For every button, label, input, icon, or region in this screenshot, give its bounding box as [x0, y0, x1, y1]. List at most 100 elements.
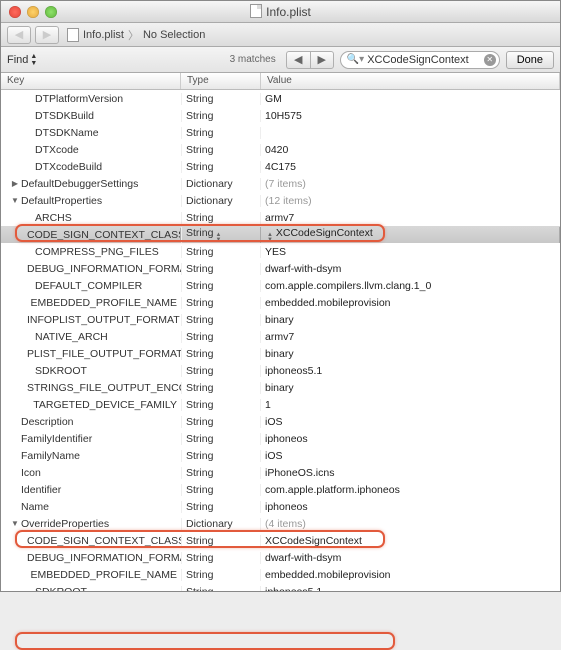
table-row[interactable]: IdentifierStringcom.apple.platform.iphon…	[1, 481, 560, 498]
type-cell[interactable]: String	[181, 297, 261, 309]
value-cell[interactable]: iOS	[261, 416, 560, 428]
key-cell[interactable]: DEBUG_INFORMATION_FORMAT	[1, 263, 181, 275]
disclosure-down-icon[interactable]: ▼	[11, 196, 19, 205]
type-cell[interactable]: String	[181, 246, 261, 258]
type-cell[interactable]: String	[181, 399, 261, 411]
table-row[interactable]: SDKROOTStringiphoneos5.1	[1, 583, 560, 591]
type-cell[interactable]: String	[181, 127, 261, 139]
value-cell[interactable]: com.apple.platform.iphoneos	[261, 484, 560, 496]
value-cell[interactable]: XCCodeSignContext	[261, 535, 560, 547]
type-cell[interactable]: String	[181, 161, 261, 173]
key-cell[interactable]: CODE_SIGN_CONTEXT_CLASS	[1, 535, 181, 547]
value-cell[interactable]: 0420	[261, 144, 560, 156]
table-row[interactable]: PLIST_FILE_OUTPUT_FORMATStringbinary	[1, 345, 560, 362]
key-cell[interactable]: ▼OverrideProperties	[1, 518, 181, 530]
type-cell[interactable]: String	[181, 450, 261, 462]
table-row[interactable]: TARGETED_DEVICE_FAMILYString1	[1, 396, 560, 413]
table-row[interactable]: DTSDKBuildString10H575	[1, 107, 560, 124]
key-cell[interactable]: ▼DefaultProperties	[1, 195, 181, 207]
value-cell[interactable]: 10H575	[261, 110, 560, 122]
type-cell[interactable]: String	[181, 93, 261, 105]
key-cell[interactable]: FamilyName	[1, 450, 181, 462]
value-cell[interactable]: ▲▼ XCCodeSignContext	[261, 227, 560, 243]
key-cell[interactable]: PLIST_FILE_OUTPUT_FORMAT	[1, 348, 181, 360]
key-cell[interactable]: COMPRESS_PNG_FILES	[1, 246, 181, 258]
done-button[interactable]: Done	[506, 51, 554, 69]
key-cell[interactable]: DTXcode	[1, 144, 181, 156]
type-cell[interactable]: String	[181, 348, 261, 360]
breadcrumb[interactable]: Info.plist 〉 No Selection	[67, 27, 205, 43]
table-row[interactable]: DTXcodeBuildString4C175	[1, 158, 560, 175]
table-row[interactable]: NameStringiphoneos	[1, 498, 560, 515]
type-cell[interactable]: String	[181, 144, 261, 156]
find-prev-button[interactable]: ◀	[286, 51, 310, 69]
table-row[interactable]: IconStringiPhoneOS.icns	[1, 464, 560, 481]
type-cell[interactable]: String▲▼	[181, 227, 261, 243]
key-cell[interactable]: Description	[1, 416, 181, 428]
table-row[interactable]: EMBEDDED_PROFILE_NAMEStringembedded.mobi…	[1, 566, 560, 583]
type-cell[interactable]: String	[181, 382, 261, 394]
value-cell[interactable]: embedded.mobileprovision	[261, 297, 560, 309]
search-field[interactable]: 🔍▾ XCCodeSignContext ✕	[340, 51, 500, 69]
type-cell[interactable]: String	[181, 263, 261, 275]
value-cell[interactable]: (12 items)	[261, 195, 560, 207]
type-cell[interactable]: String	[181, 586, 261, 592]
search-input[interactable]: XCCodeSignContext	[367, 54, 469, 66]
key-cell[interactable]: DTXcodeBuild	[1, 161, 181, 173]
value-cell[interactable]: iphoneos5.1	[261, 586, 560, 592]
type-cell[interactable]: String	[181, 416, 261, 428]
type-cell[interactable]: String	[181, 314, 261, 326]
find-next-button[interactable]: ▶	[310, 51, 334, 69]
key-cell[interactable]: INFOPLIST_OUTPUT_FORMAT	[1, 314, 181, 326]
key-cell[interactable]: SDKROOT	[1, 365, 181, 377]
disclosure-right-icon[interactable]: ▶	[11, 179, 19, 188]
type-cell[interactable]: Dictionary	[181, 178, 261, 190]
key-cell[interactable]: Identifier	[1, 484, 181, 496]
table-row[interactable]: DEBUG_INFORMATION_FORMATStringdwarf-with…	[1, 260, 560, 277]
key-cell[interactable]: STRINGS_FILE_OUTPUT_ENCODING	[1, 382, 181, 394]
value-cell[interactable]: dwarf-with-dsym	[261, 552, 560, 564]
column-value[interactable]: Value	[261, 73, 560, 89]
find-menu[interactable]: Find ▲▼	[7, 53, 37, 67]
plist-outline[interactable]: DTPlatformVersionStringGMDTSDKBuildStrin…	[1, 90, 560, 591]
disclosure-down-icon[interactable]: ▼	[11, 519, 19, 528]
value-cell[interactable]: (7 items)	[261, 178, 560, 190]
table-row[interactable]: DTPlatformVersionStringGM	[1, 90, 560, 107]
key-cell[interactable]: Name	[1, 501, 181, 513]
type-cell[interactable]: String	[181, 569, 261, 581]
back-button[interactable]: ◀	[7, 26, 31, 44]
table-row[interactable]: DTSDKNameString	[1, 124, 560, 141]
type-cell[interactable]: String	[181, 365, 261, 377]
clear-search-button[interactable]: ✕	[484, 54, 496, 66]
column-type[interactable]: Type	[181, 73, 261, 89]
key-cell[interactable]: EMBEDDED_PROFILE_NAME	[1, 569, 181, 581]
type-cell[interactable]: String	[181, 501, 261, 513]
key-cell[interactable]: DTSDKName	[1, 127, 181, 139]
key-cell[interactable]: EMBEDDED_PROFILE_NAME	[1, 297, 181, 309]
value-cell[interactable]: iPhoneOS.icns	[261, 467, 560, 479]
key-cell[interactable]: DTPlatformVersion	[1, 93, 181, 105]
value-cell[interactable]: (4 items)	[261, 518, 560, 530]
key-cell[interactable]: DTSDKBuild	[1, 110, 181, 122]
value-cell[interactable]: iphoneos	[261, 433, 560, 445]
value-cell[interactable]: iphoneos	[261, 501, 560, 513]
table-row[interactable]: COMPRESS_PNG_FILESStringYES	[1, 243, 560, 260]
table-row[interactable]: EMBEDDED_PROFILE_NAMEStringembedded.mobi…	[1, 294, 560, 311]
table-row[interactable]: DEFAULT_COMPILERStringcom.apple.compiler…	[1, 277, 560, 294]
key-cell[interactable]: ▶DefaultDebuggerSettings	[1, 178, 181, 190]
value-cell[interactable]: armv7	[261, 212, 560, 224]
table-row[interactable]: NATIVE_ARCHStringarmv7	[1, 328, 560, 345]
type-cell[interactable]: String	[181, 110, 261, 122]
type-cell[interactable]: String	[181, 212, 261, 224]
value-stepper-icon[interactable]: ▲▼	[267, 233, 273, 243]
table-row[interactable]: SDKROOTStringiphoneos5.1	[1, 362, 560, 379]
key-cell[interactable]: Icon	[1, 467, 181, 479]
key-cell[interactable]: TARGETED_DEVICE_FAMILY	[1, 399, 181, 411]
column-key[interactable]: Key	[1, 73, 181, 89]
type-cell[interactable]: Dictionary	[181, 518, 261, 530]
value-cell[interactable]: 4C175	[261, 161, 560, 173]
type-cell[interactable]: String	[181, 484, 261, 496]
value-cell[interactable]: binary	[261, 382, 560, 394]
table-row[interactable]: FamilyNameStringiOS	[1, 447, 560, 464]
key-cell[interactable]: FamilyIdentifier	[1, 433, 181, 445]
